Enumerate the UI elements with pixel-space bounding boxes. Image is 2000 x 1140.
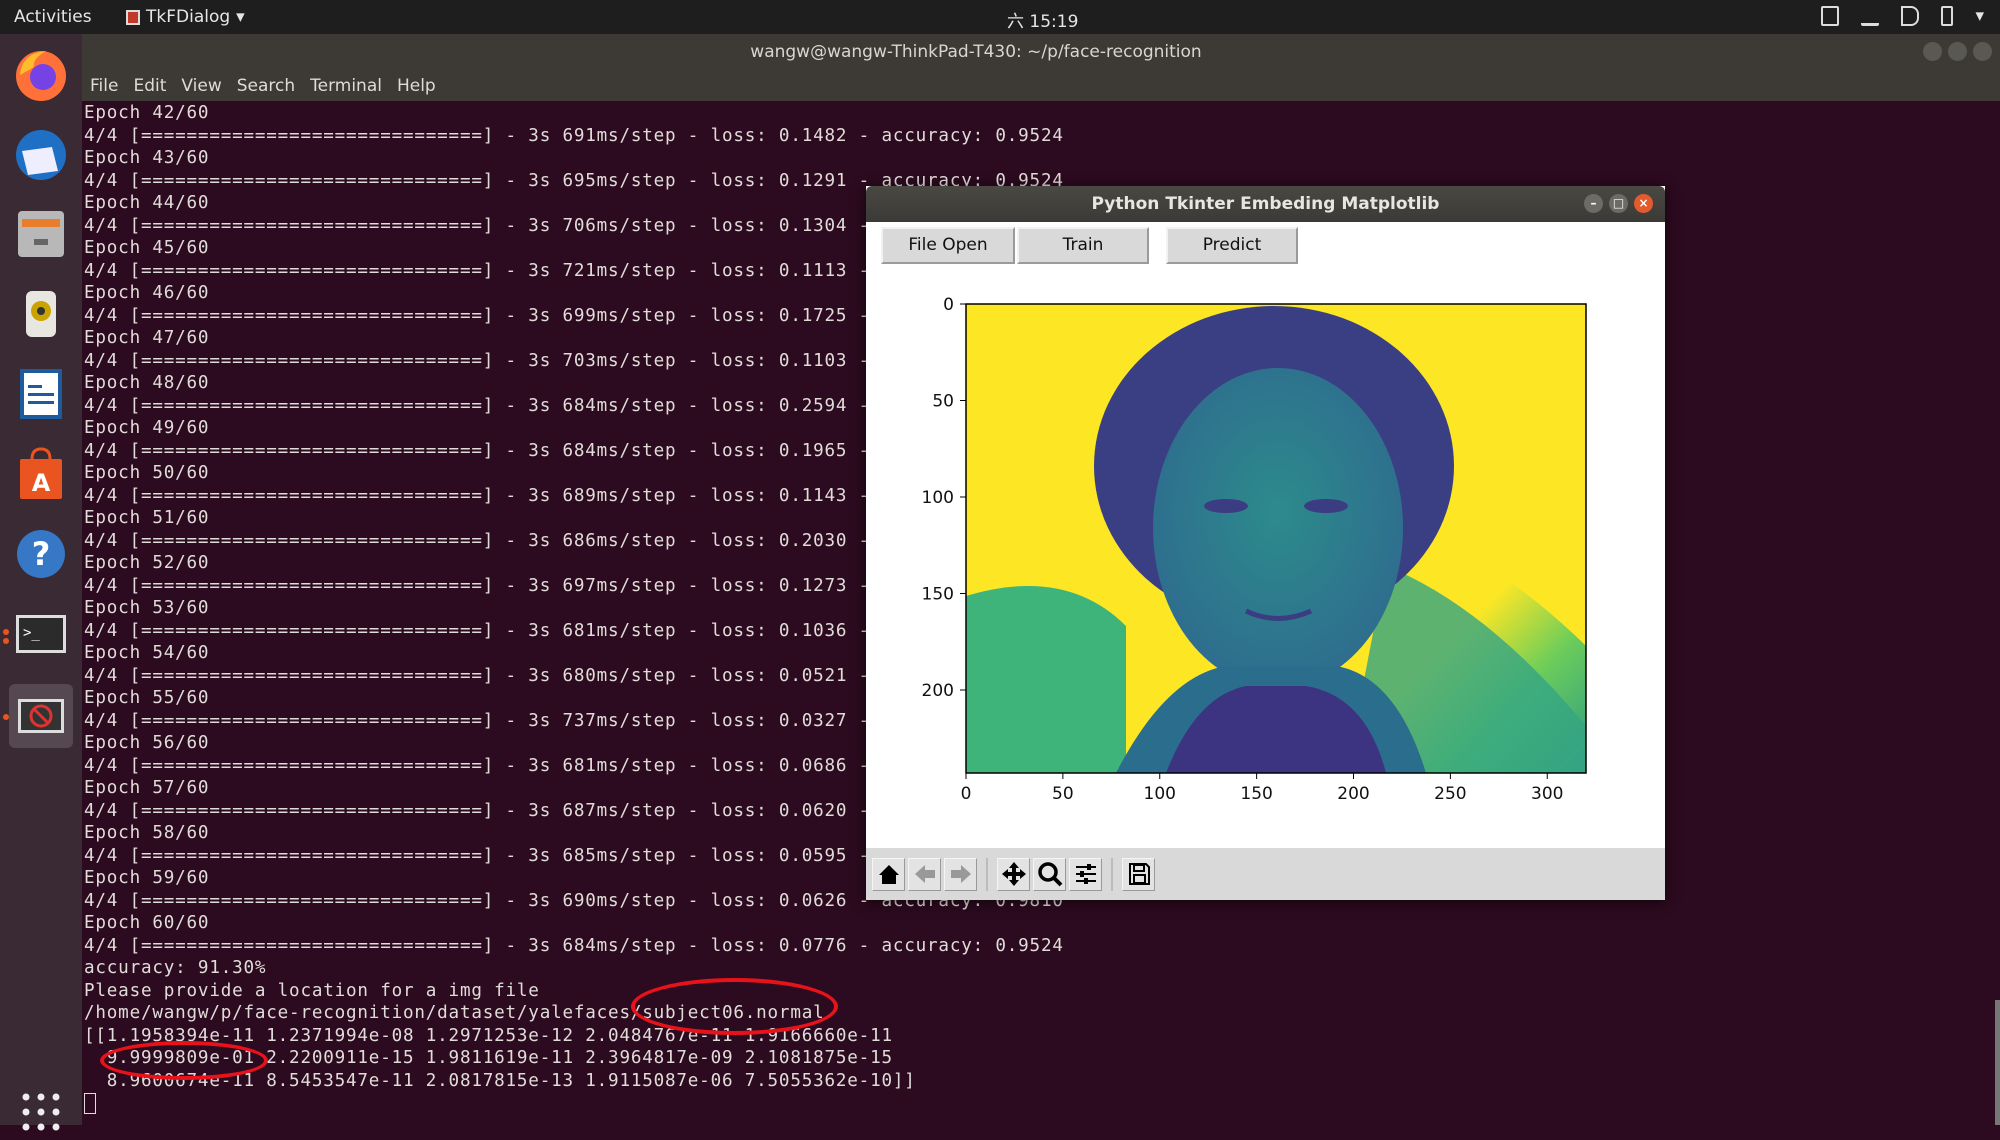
terminal-line: Please provide a location for a img file — [84, 980, 540, 1001]
forward-button[interactable] — [944, 857, 977, 891]
file-open-button[interactable]: File Open — [881, 227, 1015, 264]
pan-button[interactable] — [997, 857, 1030, 891]
ubuntu-software-icon[interactable]: A — [9, 442, 73, 506]
terminal-menubar: File Edit View Search Terminal Help — [82, 70, 2000, 101]
terminal-line: Epoch 60/60 — [84, 913, 210, 933]
thunderbird-icon[interactable] — [9, 122, 73, 186]
menu-edit[interactable]: Edit — [133, 76, 166, 96]
terminal-line: /home/wangw/p/face-recognition/dataset/y… — [84, 1003, 825, 1023]
tk-titlebar: Python Tkinter Embeding Matplotlib – □ × — [866, 186, 1665, 222]
menu-file[interactable]: File — [90, 76, 118, 96]
menu-view[interactable]: View — [181, 76, 221, 96]
system-tray[interactable]: ▾ — [1821, 6, 1984, 26]
app-icon — [126, 9, 140, 25]
y-tick-label: 150 — [922, 585, 954, 605]
zoom-button[interactable] — [1033, 857, 1066, 891]
terminal-line: Epoch 42/60 — [84, 103, 210, 123]
files-icon[interactable] — [9, 202, 73, 266]
save-icon — [1128, 863, 1150, 885]
app-name: TkFDialog — [146, 7, 231, 27]
y-tick-label: 50 — [932, 392, 954, 412]
x-tick-label: 200 — [1337, 784, 1369, 804]
zoom-icon — [1037, 862, 1062, 887]
annotation-circle — [631, 978, 838, 1035]
network-icon[interactable] — [1861, 6, 1880, 26]
menu-terminal[interactable]: Terminal — [310, 76, 382, 96]
pan-icon — [1001, 862, 1026, 886]
y-tick-label: 200 — [922, 681, 954, 701]
close-button[interactable] — [1973, 42, 1992, 61]
terminal-line: accuracy: 91.30% — [84, 958, 267, 978]
terminal-line: [[1.1958394e-11 1.2371994e-08 1.2971253e… — [84, 1025, 893, 1046]
terminal-scrollbar[interactable] — [1995, 1000, 2000, 1125]
app-menu[interactable]: TkFDialog ▾ — [126, 7, 245, 27]
terminal-titlebar: wangw@wangw-ThinkPad-T430: ~/p/face-reco… — [82, 34, 2000, 70]
home-button[interactable] — [872, 857, 905, 891]
terminal-icon[interactable]: >_ — [9, 602, 73, 666]
x-tick-label: 100 — [1144, 784, 1176, 804]
back-icon — [914, 865, 935, 883]
activities-button[interactable]: Activities — [14, 7, 92, 27]
minimize-button[interactable] — [1923, 42, 1942, 61]
y-tick-label: 100 — [922, 488, 954, 508]
terminal-line: 9.9999809e-01 2.2200911e-15 1.9811619e-1… — [84, 1048, 893, 1068]
forward-icon — [950, 865, 971, 883]
terminal-line: 8.9600674e-11 8.5453547e-11 2.0817815e-1… — [84, 1070, 916, 1091]
annotation-circle — [100, 1041, 268, 1080]
volume-icon[interactable] — [1901, 6, 1920, 26]
chevron-down-icon: ▾ — [236, 7, 245, 27]
configure-subplots-button[interactable] — [1069, 857, 1102, 891]
top-bar: Activities TkFDialog ▾ 六 15:19 ▾ — [0, 0, 2000, 34]
svg-text:A: A — [32, 469, 51, 497]
rhythmbox-icon[interactable] — [9, 282, 73, 346]
clock[interactable]: 六 15:19 — [1007, 7, 1078, 32]
face-image — [966, 304, 1586, 773]
chevron-down-icon[interactable]: ▾ — [1975, 6, 1984, 26]
x-tick-label: 0 — [961, 784, 972, 804]
terminal-cursor — [84, 1092, 96, 1114]
train-button[interactable]: Train — [1017, 227, 1149, 264]
svg-text:?: ? — [32, 535, 51, 573]
x-tick-label: 250 — [1434, 784, 1466, 804]
tk-app-icon[interactable] — [9, 684, 73, 748]
terminal-line: 4/4 [==============================] - 3… — [84, 125, 1064, 146]
y-tick-label: 0 — [943, 295, 954, 315]
toolbar-separator — [986, 857, 988, 891]
menu-search[interactable]: Search — [237, 76, 295, 96]
save-button[interactable] — [1122, 857, 1155, 891]
image-plot[interactable]: 0 50 100 150 200 250 300 0 50 100 150 200 — [866, 266, 1665, 848]
terminal-line: 4/4 [==============================] - 3… — [84, 935, 1064, 956]
tk-window-title: Python Tkinter Embeding Matplotlib — [1091, 194, 1440, 214]
menu-help[interactable]: Help — [397, 76, 436, 96]
firefox-icon[interactable] — [9, 42, 73, 106]
back-button[interactable] — [908, 857, 941, 891]
toolbar-separator — [1111, 857, 1113, 891]
minimize-button[interactable]: – — [1584, 194, 1603, 213]
maximize-button[interactable]: □ — [1609, 194, 1628, 213]
matplotlib-toolbar — [866, 848, 1665, 900]
help-icon[interactable]: ? — [9, 522, 73, 586]
close-button[interactable]: × — [1634, 194, 1653, 213]
maximize-button[interactable] — [1948, 42, 1967, 61]
svg-text:>_: >_ — [23, 625, 40, 641]
home-icon — [878, 865, 899, 884]
tk-window: Python Tkinter Embeding Matplotlib – □ × F… — [866, 186, 1665, 900]
libreoffice-writer-icon[interactable] — [9, 362, 73, 426]
configure-subplots-icon — [1075, 864, 1096, 884]
show-applications-icon[interactable] — [9, 1084, 73, 1140]
battery-icon[interactable] — [1941, 6, 1954, 26]
x-tick-label: 300 — [1531, 784, 1563, 804]
dock: A ? >_ — [0, 34, 82, 1131]
keyboard-icon[interactable] — [1821, 6, 1840, 26]
terminal-title: wangw@wangw-ThinkPad-T430: ~/p/face-reco… — [750, 42, 1202, 62]
terminal-line: Epoch 43/60 — [84, 148, 210, 168]
predict-button[interactable]: Predict — [1166, 227, 1298, 264]
x-tick-label: 150 — [1240, 784, 1272, 804]
x-tick-label: 50 — [1052, 784, 1074, 804]
